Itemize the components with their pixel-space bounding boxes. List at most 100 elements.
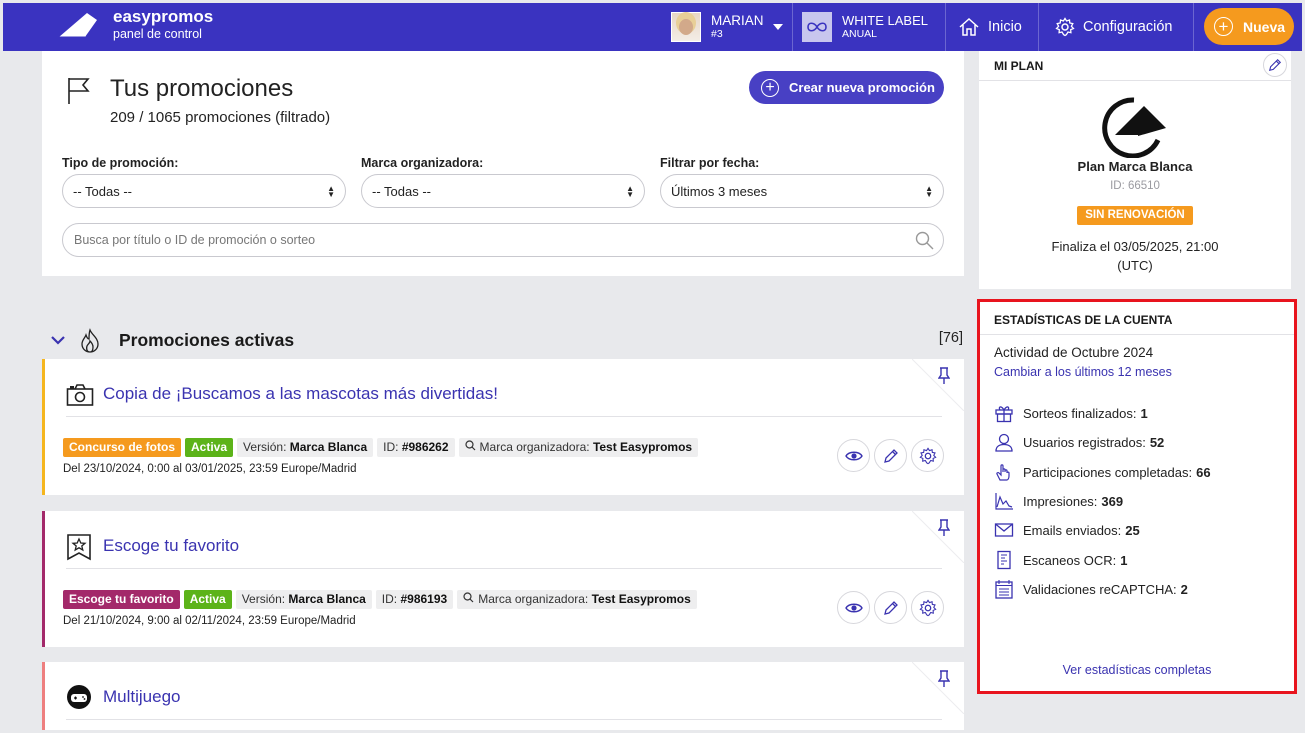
new-button-label: Nueva: [1243, 18, 1286, 35]
stat-label: Validaciones reCAPTCHA:: [1023, 581, 1177, 597]
preview-button[interactable]: [837, 439, 870, 472]
stat-label: Emails enviados:: [1023, 522, 1122, 538]
search-icon[interactable]: [915, 231, 934, 250]
edit-button[interactable]: [874, 591, 907, 624]
stat-value: 66: [1196, 464, 1211, 480]
stats-period: Actividad de Octubre 2024: [994, 345, 1154, 360]
plan-card: MI PLAN Plan Marca Blanca ID: 66510 SIN …: [979, 51, 1291, 289]
date-filter-select[interactable]: Últimos 3 meses ▲ ▼: [660, 174, 944, 208]
id-label: ID:: [381, 592, 398, 606]
pencil-icon: [883, 448, 898, 463]
infinity-icon: [802, 12, 832, 42]
nav-settings[interactable]: Configuración: [1055, 3, 1172, 51]
edit-button[interactable]: [874, 439, 907, 472]
brand-label: Marca organizadora:: [479, 440, 590, 454]
stat-label: Sorteos finalizados:: [1023, 405, 1137, 421]
pencil-icon: [883, 600, 898, 615]
change-period-link[interactable]: Cambiar a los últimos 12 meses: [994, 365, 1172, 379]
gear-icon: [918, 598, 937, 616]
search-placeholder: Busca por título o ID de promoción o sor…: [74, 233, 316, 247]
version-value: Marca Blanca: [288, 592, 366, 606]
promotion-card[interactable]: Multijuego: [42, 662, 964, 730]
brand[interactable]: easypromos panel de control: [57, 8, 213, 42]
new-button[interactable]: + Nueva: [1204, 8, 1294, 45]
user-name: MARIAN: [711, 13, 764, 28]
pencil-icon[interactable]: [1263, 53, 1287, 77]
promotion-title-link[interactable]: Multijuego: [103, 687, 181, 707]
section-count: [76]: [938, 330, 963, 346]
brand-value: Test Easypromos: [591, 592, 691, 606]
caret-down-icon: [773, 24, 783, 30]
pin-icon[interactable]: [938, 519, 950, 537]
gift-icon: [995, 406, 1013, 423]
brand-name: easypromos: [113, 7, 214, 26]
brand-label: Marca organizadora:: [478, 592, 589, 606]
promotion-dates: Del 23/10/2024, 0:00 al 03/01/2025, 23:5…: [63, 463, 357, 475]
search-icon: [464, 440, 475, 451]
pin-icon[interactable]: [938, 367, 950, 385]
stat-label: Impresiones:: [1023, 493, 1098, 509]
type-tag: Concurso de fotos: [63, 438, 182, 457]
brand-tag: Marca organizadora: Test Easypromos: [458, 438, 699, 457]
search-input[interactable]: Busca por título o ID de promoción o sor…: [62, 223, 944, 257]
pin-icon[interactable]: [938, 670, 950, 688]
stat-row-ocr: Escaneos OCR: 1: [994, 550, 1127, 570]
promotion-card[interactable]: Escoge tu favorito Escoge tu favorito Ac…: [42, 511, 964, 647]
plan-indicator[interactable]: WHITE LABEL ANUAL: [802, 3, 928, 51]
plus-icon: +: [1214, 17, 1233, 36]
home-icon: [959, 17, 979, 36]
gear-icon: [918, 446, 937, 464]
chart-line-icon: [995, 493, 1013, 510]
plus-icon: +: [761, 78, 779, 97]
plan-name: Plan Marca Blanca: [1077, 159, 1193, 174]
id-value: #986193: [400, 592, 448, 606]
star-ballot-icon: [67, 534, 91, 561]
promotion-card[interactable]: Copia de ¡Buscamos a las mascotas más di…: [42, 359, 964, 495]
id-value: #986262: [401, 440, 449, 454]
stat-value: 369: [1101, 493, 1124, 509]
nav-home[interactable]: Inicio: [958, 3, 1022, 51]
stat-label: Participaciones completadas:: [1023, 464, 1193, 480]
chevron-down-icon[interactable]: [50, 335, 66, 345]
promotion-actions: [837, 591, 948, 624]
promotion-dates: Del 21/10/2024, 9:00 al 02/11/2024, 23:5…: [63, 615, 356, 627]
type-filter-select[interactable]: -- Todas -- ▲ ▼: [62, 174, 346, 208]
avatar: [671, 12, 701, 42]
stat-value: 2: [1180, 581, 1188, 597]
brand-subtitle: panel de control: [113, 27, 202, 41]
settings-button[interactable]: [911, 591, 944, 624]
type-filter-value: -- Todas --: [73, 183, 132, 199]
divider: [66, 416, 942, 417]
stat-label: Escaneos OCR:: [1023, 552, 1117, 568]
promotions-card: Tus promociones 209 / 1065 promociones (…: [42, 51, 964, 276]
preview-button[interactable]: [837, 591, 870, 624]
full-stats-link[interactable]: Ver estadísticas completas: [980, 663, 1294, 677]
settings-button[interactable]: [911, 439, 944, 472]
version-tag: Versión: Marca Blanca: [237, 438, 374, 457]
gear-icon: [1055, 17, 1075, 37]
user-menu[interactable]: MARIAN #3: [669, 3, 791, 51]
type-filter-label: Tipo de promoción:: [62, 156, 179, 170]
active-promotions-header[interactable]: Promociones activas [76]: [42, 322, 964, 358]
promotion-stripe: [42, 359, 45, 495]
nav-home-label: Inicio: [988, 19, 1022, 35]
create-promotion-button[interactable]: + Crear nueva promoción: [749, 71, 944, 104]
promotion-actions: [837, 439, 948, 472]
type-tag: Escoge tu favorito: [63, 590, 180, 609]
version-label: Versión:: [243, 440, 287, 454]
promotion-stripe: [42, 511, 45, 647]
nav-settings-label: Configuración: [1083, 19, 1173, 35]
account-stats-card: ESTADÍSTICAS DE LA CUENTA Actividad de O…: [977, 299, 1297, 694]
brand-filter-select[interactable]: -- Todas -- ▲ ▼: [361, 174, 645, 208]
plan-end-line-2: (UTC): [1117, 258, 1153, 273]
receipt-icon: [997, 550, 1011, 570]
id-tag: ID: #986193: [375, 590, 454, 609]
id-tag: ID: #986262: [377, 438, 455, 457]
promotion-title-link[interactable]: Escoge tu favorito: [103, 536, 239, 556]
version-value: Marca Blanca: [289, 440, 368, 454]
plan-end-date: Finaliza el 03/05/2025, 21:00 (UTC): [979, 237, 1291, 275]
plan-id: ID: 66510: [1110, 180, 1160, 192]
search-icon: [463, 592, 474, 603]
promotion-title-link[interactable]: Copia de ¡Buscamos a las mascotas más di…: [103, 384, 498, 404]
easypromos-logo-icon: [59, 13, 97, 38]
